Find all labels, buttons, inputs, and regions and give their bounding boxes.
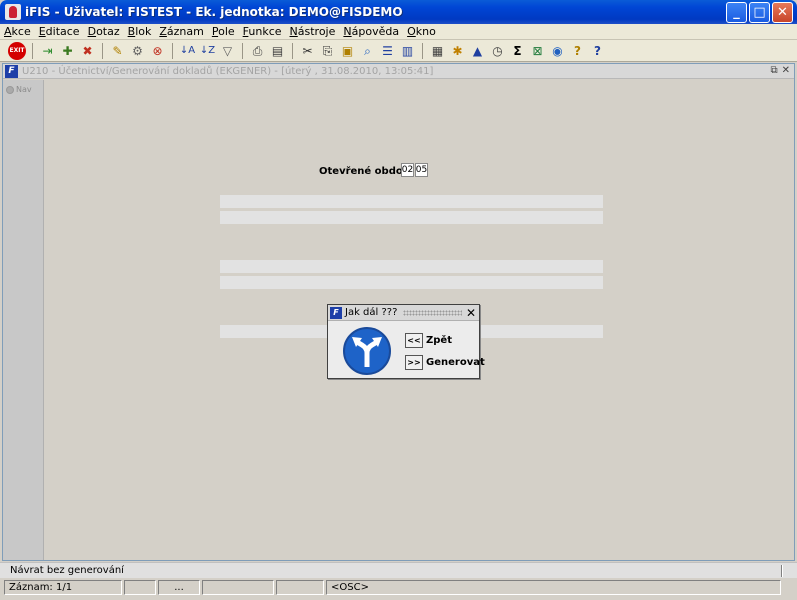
toolbar-separator — [172, 42, 173, 59]
help-icon[interactable]: ? — [589, 42, 606, 59]
exit-icon[interactable]: EXIT — [8, 41, 26, 60]
form-window-title-bar: F U210 - Účetnictví/Generování dokladů (… — [3, 64, 794, 79]
minimize-button[interactable]: _ — [726, 2, 747, 23]
menu-bar: Akce Editace Dotaz Blok Záznam Pole Funk… — [0, 24, 797, 40]
form-band — [219, 210, 604, 225]
how-next-dialog: F Jak dál ??? ✕ << Zpět >> Generovat — [327, 304, 485, 379]
print-icon[interactable]: ⎙ — [249, 42, 266, 59]
dialog-grip — [403, 309, 462, 316]
app-icon — [5, 4, 21, 20]
nav-button[interactable]: Nav — [3, 80, 43, 94]
form-band — [219, 194, 604, 209]
toolbar: EXIT ⇥ ✚ ✖ ✎ ⚙ ⊗ ↓A ↓Z ▽ ⎙ ▤ ✂ ⎘ ▣ ⌕ ☰ ▥… — [0, 40, 797, 62]
generate-label: Generovat — [426, 357, 485, 368]
window-title: iFIS - Uživatel: FISTEST - Ek. jednotka:… — [25, 5, 403, 19]
status-field-2 — [124, 580, 156, 595]
close-button[interactable]: ✕ — [772, 2, 793, 23]
mode-indicator: <OSC> — [326, 580, 781, 595]
menu-funkce[interactable]: Funkce — [243, 25, 282, 38]
cancel-query-icon[interactable]: ⊗ — [149, 42, 166, 59]
dialog-form-icon: F — [330, 306, 342, 319]
list-icon[interactable]: ☰ — [379, 42, 396, 59]
menu-nastroje[interactable]: Nástroje — [290, 25, 336, 38]
menu-zaznam[interactable]: Záznam — [159, 25, 204, 38]
back-label: Zpět — [426, 335, 452, 346]
columns-icon[interactable]: ▥ — [399, 42, 416, 59]
dialog-close-icon[interactable]: ✕ — [466, 306, 476, 320]
print-preview-icon[interactable]: ▤ — [269, 42, 286, 59]
zoom-icon[interactable]: ⌕ — [359, 42, 376, 59]
toolbar-separator — [422, 42, 423, 59]
clock-icon[interactable]: ◷ — [489, 42, 506, 59]
form-icon: F — [5, 64, 18, 78]
menu-akce[interactable]: Akce — [4, 25, 31, 38]
delete-record-icon[interactable]: ✖ — [79, 42, 96, 59]
filter-icon[interactable]: ▽ — [219, 42, 236, 59]
query-icon[interactable]: ✎ — [109, 42, 126, 59]
help-topic-icon[interactable]: ? — [569, 42, 586, 59]
form-band — [219, 275, 604, 290]
restore-icon[interactable]: ⧉ — [770, 65, 777, 76]
status-message: Návrat bez generování — [10, 565, 124, 576]
status-info-bar: Záznam: 1/1 ... <OSC> — [0, 578, 797, 600]
record-indicator: Záznam: 1/1 — [4, 580, 122, 595]
dialog-title-bar: F Jak dál ??? ✕ — [328, 305, 479, 321]
fork-sign-icon — [343, 327, 391, 375]
status-field-3: ... — [158, 580, 200, 595]
cut-icon[interactable]: ✂ — [299, 42, 316, 59]
toolbar-separator — [32, 42, 33, 59]
back-button[interactable]: << — [405, 333, 423, 348]
menu-okno[interactable]: Okno — [407, 25, 436, 38]
period-label: Otevřené období — [319, 166, 414, 177]
calendar-icon[interactable]: ▦ — [429, 42, 446, 59]
form-band — [219, 259, 604, 274]
excel-icon[interactable]: ⊠ — [529, 42, 546, 59]
nav-label: Nav — [16, 85, 32, 94]
execute-query-icon[interactable]: ⚙ — [129, 42, 146, 59]
copy-icon[interactable]: ⎘ — [319, 42, 336, 59]
sum-icon[interactable]: Σ — [509, 42, 526, 59]
form-window-title: U210 - Účetnictví/Generování dokladů (EK… — [22, 65, 434, 77]
maximize-button[interactable]: □ — [749, 2, 770, 23]
sort-desc-icon[interactable]: ↓Z — [199, 42, 216, 59]
period-day-field[interactable]: 05 — [415, 163, 428, 177]
dialog-title: Jak dál ??? — [345, 307, 398, 318]
status-field-4 — [202, 580, 274, 595]
nav-icon — [6, 85, 14, 94]
generate-button[interactable]: >> — [405, 355, 423, 370]
paste-icon[interactable]: ▣ — [339, 42, 356, 59]
toolbar-separator — [242, 42, 243, 59]
status-separator — [781, 565, 783, 577]
main-title-bar: iFIS - Uživatel: FISTEST - Ek. jednotka:… — [0, 0, 797, 24]
left-navigator: Nav — [3, 80, 44, 560]
settings-icon[interactable]: ✱ — [449, 42, 466, 59]
status-field-5 — [276, 580, 324, 595]
menu-napoveda[interactable]: Nápověda — [343, 25, 399, 38]
warning-icon[interactable]: ▲ — [469, 42, 486, 59]
toolbar-separator — [292, 42, 293, 59]
period-month-field[interactable]: 02 — [401, 163, 414, 177]
toolbar-separator — [102, 42, 103, 59]
menu-dotaz[interactable]: Dotaz — [88, 25, 120, 38]
menu-editace[interactable]: Editace — [39, 25, 80, 38]
menu-blok[interactable]: Blok — [128, 25, 152, 38]
sort-asc-icon[interactable]: ↓A — [179, 42, 196, 59]
menu-pole[interactable]: Pole — [212, 25, 235, 38]
web-icon[interactable]: ◉ — [549, 42, 566, 59]
close-form-icon[interactable]: ✕ — [782, 65, 790, 76]
status-message-bar: Návrat bez generování — [0, 562, 797, 578]
save-icon[interactable]: ⇥ — [39, 42, 56, 59]
insert-record-icon[interactable]: ✚ — [59, 42, 76, 59]
